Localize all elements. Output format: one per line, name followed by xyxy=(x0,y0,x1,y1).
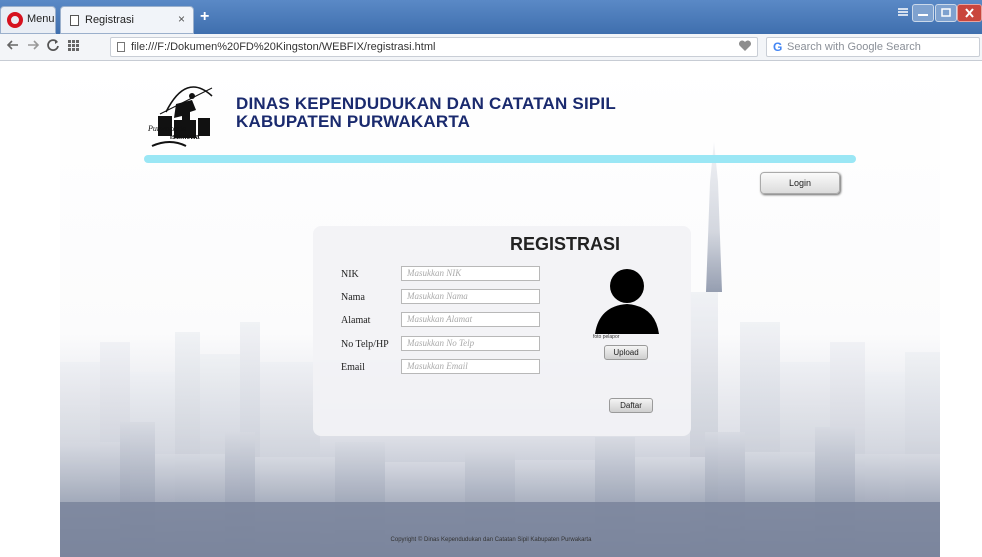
form-title: REGISTRASI xyxy=(509,234,620,254)
new-tab-button[interactable]: + xyxy=(200,8,209,26)
nik-label: NIK xyxy=(341,269,359,280)
close-window-icon[interactable] xyxy=(957,4,982,22)
opera-logo-icon xyxy=(7,12,23,28)
google-icon: G xyxy=(773,40,783,54)
menu-label: Menu xyxy=(27,13,55,25)
tab-title: Registrasi xyxy=(85,14,134,26)
page-content: Purwakarta Istimewa DINAS KEPENDUDUKAN D… xyxy=(0,62,982,557)
page-icon xyxy=(70,15,79,26)
logo-text-purwakarta: Purwakarta xyxy=(148,124,187,133)
maximize-icon[interactable] xyxy=(935,4,957,22)
photo-caption: foto pelapor xyxy=(593,334,620,340)
nama-input[interactable]: Masukkan Nama xyxy=(401,289,540,304)
search-placeholder: Search with Google Search xyxy=(787,41,921,53)
minimize-icon[interactable] xyxy=(912,4,934,22)
user-avatar-icon xyxy=(593,266,661,334)
alamat-input[interactable]: Masukkan Alamat xyxy=(401,312,540,327)
url-text: file:///F:/Dokumen%20FD%20Kingston/WEBFI… xyxy=(131,41,436,53)
nik-input[interactable]: Masukkan NIK xyxy=(401,266,540,281)
agency-title-line2: KABUPATEN PURWAKARTA xyxy=(236,112,471,131)
reload-icon[interactable] xyxy=(46,38,60,55)
login-button[interactable]: Login xyxy=(760,172,840,194)
bookmark-heart-icon[interactable] xyxy=(738,40,752,52)
telp-label: No Telp/HP xyxy=(341,339,389,350)
daftar-submit-button[interactable]: Daftar xyxy=(609,398,653,413)
agency-title-line1: DINAS KEPENDUDUKAN DAN CATATAN SIPIL xyxy=(236,94,616,113)
email-input[interactable]: Masukkan Email xyxy=(401,359,540,374)
header-divider xyxy=(144,155,856,163)
registration-card: REGISTRASI NIK Masukkan NIK Nama Masukka… xyxy=(313,226,691,436)
telp-input[interactable]: Masukkan No Telp xyxy=(401,336,540,351)
purwakarta-logo: Purwakarta Istimewa xyxy=(146,76,226,152)
window-menu-icon[interactable] xyxy=(896,4,910,22)
tab-close-icon[interactable]: × xyxy=(178,12,185,26)
logo-text-istimewa: Istimewa xyxy=(170,134,200,141)
upload-button[interactable]: Upload xyxy=(604,345,648,360)
browser-nav-bar: file:///F:/Dokumen%20FD%20Kingston/WEBFI… xyxy=(0,34,982,61)
tab-registrasi[interactable]: Registrasi × xyxy=(60,6,194,34)
speed-dial-icon[interactable] xyxy=(66,38,80,55)
nama-label: Nama xyxy=(341,292,365,303)
browser-tab-bar: Menu Registrasi × + xyxy=(0,0,982,34)
search-input[interactable]: G Search with Google Search xyxy=(766,37,980,57)
copyright-footer: Copyright © Dinas Kependudukan dan Catat… xyxy=(390,537,592,543)
address-bar[interactable]: file:///F:/Dokumen%20FD%20Kingston/WEBFI… xyxy=(110,37,758,57)
alamat-label: Alamat xyxy=(341,315,371,326)
forward-icon[interactable] xyxy=(26,38,40,55)
file-icon xyxy=(117,42,125,52)
back-icon[interactable] xyxy=(6,38,20,55)
browser-menu-button[interactable]: Menu xyxy=(0,6,56,34)
email-label: Email xyxy=(341,362,365,373)
